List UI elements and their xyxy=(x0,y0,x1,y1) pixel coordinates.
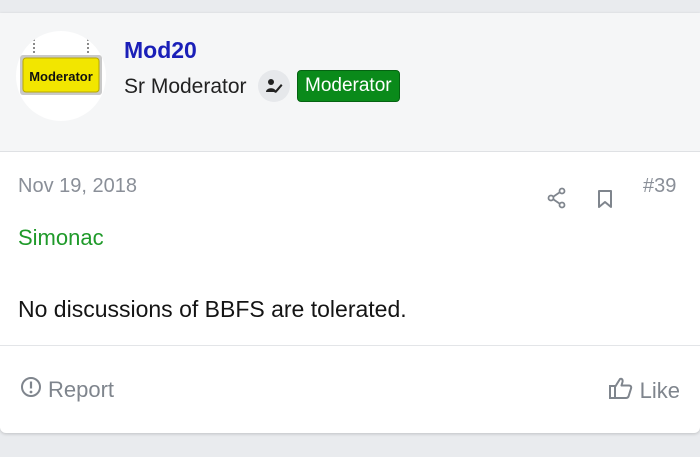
thumbs-up-icon xyxy=(608,376,634,406)
staff-icon xyxy=(258,70,290,102)
report-button[interactable]: Report xyxy=(20,376,114,404)
share-icon[interactable] xyxy=(546,187,568,214)
report-label: Report xyxy=(48,377,115,402)
author-header: Moderator Mod20 Sr Moderator Moderator xyxy=(0,13,700,152)
post-message: No discussions of BBFS are tolerated. xyxy=(18,296,407,322)
avatar[interactable]: Moderator xyxy=(16,31,106,121)
report-icon xyxy=(20,376,42,404)
post-card: Moderator Mod20 Sr Moderator Moderator N… xyxy=(0,13,700,433)
user-mention[interactable]: Simonac xyxy=(18,225,104,251)
username[interactable]: Mod20 xyxy=(124,37,197,64)
moderator-badge: Moderator xyxy=(297,70,400,102)
footer-divider xyxy=(0,345,700,346)
post-date[interactable]: Nov 19, 2018 xyxy=(18,175,137,198)
post-number[interactable]: #39 xyxy=(643,175,676,198)
bookmark-icon[interactable] xyxy=(597,189,613,214)
like-label: Like xyxy=(639,378,680,403)
avatar-sign-text: Moderator xyxy=(29,69,93,84)
like-button[interactable]: Like xyxy=(608,376,680,406)
user-title: Sr Moderator xyxy=(124,75,247,98)
